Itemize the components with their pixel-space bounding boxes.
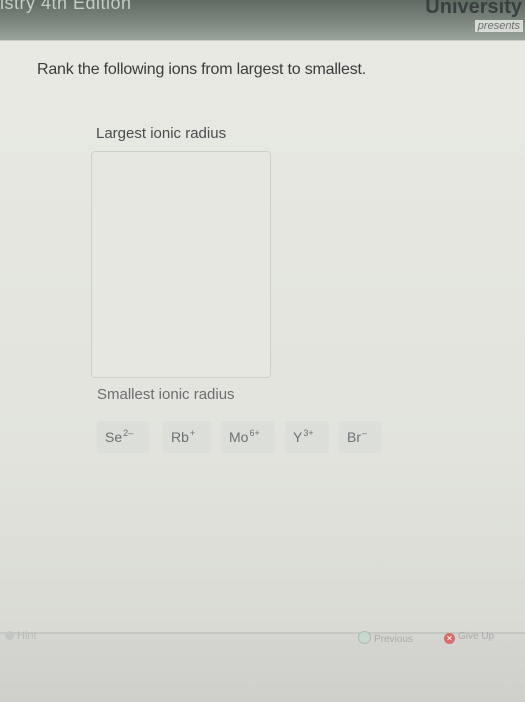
hint-button[interactable]: Hint — [5, 630, 37, 642]
question-panel: Rank the following ions from largest to … — [0, 40, 525, 633]
ion-tile-rb[interactable]: Rb+ — [163, 421, 211, 453]
previous-icon — [358, 631, 371, 644]
question-prompt: Rank the following ions from largest to … — [37, 61, 367, 78]
ion-tile-se[interactable]: Se2– — [97, 421, 149, 453]
ion-symbol: Se — [105, 429, 123, 445]
university-logo: University — [425, 0, 522, 18]
smallest-radius-label: Smallest ionic radius — [97, 386, 235, 403]
previous-button[interactable]: Previous — [358, 631, 413, 645]
ion-charge: – — [362, 428, 368, 438]
ion-tile-mo[interactable]: Mo6+ — [221, 421, 275, 453]
ion-tile-y[interactable]: Y3+ — [285, 421, 329, 453]
give-up-icon: ✕ — [444, 633, 455, 644]
ion-symbol: Y — [293, 429, 303, 445]
hint-icon — [5, 631, 14, 640]
ion-charge: 2– — [123, 428, 134, 438]
footer-toolbar: Hint Previous ✕ Give Up — [0, 630, 525, 702]
app-header: istry 4th Edition University presents — [0, 0, 525, 40]
presents-label: presents — [474, 20, 523, 32]
ion-symbol: Rb — [171, 429, 189, 445]
previous-label: Previous — [374, 634, 413, 645]
largest-radius-label: Largest ionic radius — [96, 125, 227, 142]
ranking-drop-zone[interactable] — [91, 151, 271, 378]
ion-charge: 6+ — [249, 428, 260, 438]
hint-label: Hint — [17, 630, 37, 642]
give-up-button[interactable]: ✕ Give Up — [444, 631, 494, 644]
ion-symbol: Mo — [229, 429, 249, 445]
ion-charge: 3+ — [303, 428, 314, 438]
ion-symbol: Br — [347, 429, 361, 445]
ion-tile-bank: Se2– Rb+ Mo6+ Y3+ Br– — [97, 421, 397, 461]
book-title: istry 4th Edition — [0, 0, 132, 13]
give-up-label: Give Up — [458, 631, 495, 642]
ion-charge: + — [189, 428, 196, 438]
ion-tile-br[interactable]: Br– — [339, 421, 381, 453]
